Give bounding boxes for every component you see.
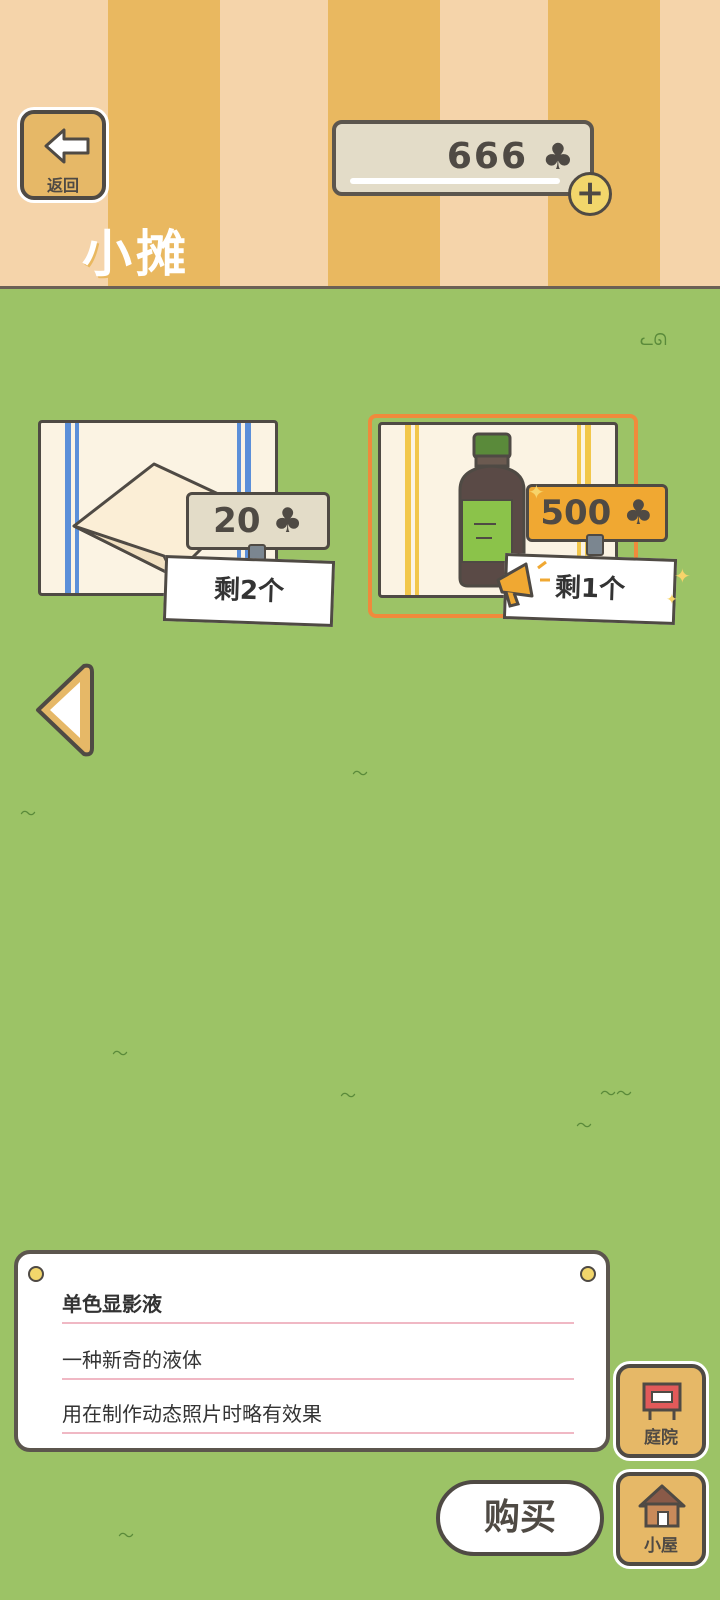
prev-page-arrow-icon[interactable]: [34, 662, 96, 758]
ruled-line: [62, 1432, 574, 1434]
item-price: 20: [213, 501, 261, 541]
item-description-line: 一种新奇的液体: [62, 1348, 202, 1372]
yard-label: 庭院: [644, 1428, 678, 1448]
yard-icon: [642, 1382, 682, 1420]
back-label: 返回: [46, 176, 79, 195]
shop-item-napkin[interactable]: 20 ♣ 剩2个: [30, 420, 350, 640]
back-arrow-icon: [44, 128, 90, 164]
add-currency-button[interactable]: +: [568, 172, 612, 216]
grass-tuft: 〜: [576, 1116, 593, 1135]
sparkle-icon: ✦: [528, 480, 545, 504]
grass-tuft: 〜: [112, 1044, 129, 1063]
item-description-panel: 单色显影液 一种新奇的液体 用在制作动态照片时略有效果: [14, 1250, 610, 1452]
house-icon: [638, 1484, 686, 1528]
sparkle-icon: ✦: [666, 592, 678, 608]
panel-pin: [28, 1266, 44, 1282]
buy-button[interactable]: 购买: [436, 1480, 604, 1556]
item-price: 500: [540, 493, 612, 533]
megaphone-icon: [496, 560, 550, 608]
clover-icon: ♣: [623, 493, 654, 533]
tag-pin: [586, 534, 604, 556]
item-description-line: 用在制作动态照片时略有效果: [62, 1402, 322, 1426]
sparkle-icon: ✦: [674, 564, 691, 588]
ruled-line: [62, 1322, 574, 1324]
panel-pin: [580, 1266, 596, 1282]
back-button[interactable]: 返回: [20, 110, 106, 200]
clover-icon: ♣: [541, 137, 574, 178]
currency-display: 666 ♣: [332, 120, 594, 196]
house-button[interactable]: 小屋: [616, 1472, 706, 1566]
grass-tuft: 〜: [20, 804, 37, 823]
item-name: 单色显影液: [62, 1292, 162, 1316]
ruled-line: [62, 1378, 574, 1380]
remaining-label: 剩2个: [162, 555, 336, 627]
currency-highlight: [350, 178, 560, 184]
house-label: 小屋: [644, 1536, 678, 1556]
grass-tuft: 〜〜: [600, 1084, 633, 1103]
grass-tuft: 〜: [340, 1086, 357, 1105]
grass-tuft: 〜: [118, 1526, 135, 1545]
shop-item-developer-bottle[interactable]: 500 ♣ 剩1个 ✦ ✦ ✦: [368, 414, 698, 644]
item-price-tag: 20 ♣: [186, 492, 330, 550]
currency-value: 666: [446, 136, 528, 177]
grass-tuft: ᓚᘏ: [640, 330, 667, 349]
page-title: 小摊: [82, 225, 190, 283]
yard-button[interactable]: 庭院: [616, 1364, 706, 1458]
clover-icon: ♣: [272, 501, 303, 541]
grass-tuft: 〜: [352, 764, 369, 783]
